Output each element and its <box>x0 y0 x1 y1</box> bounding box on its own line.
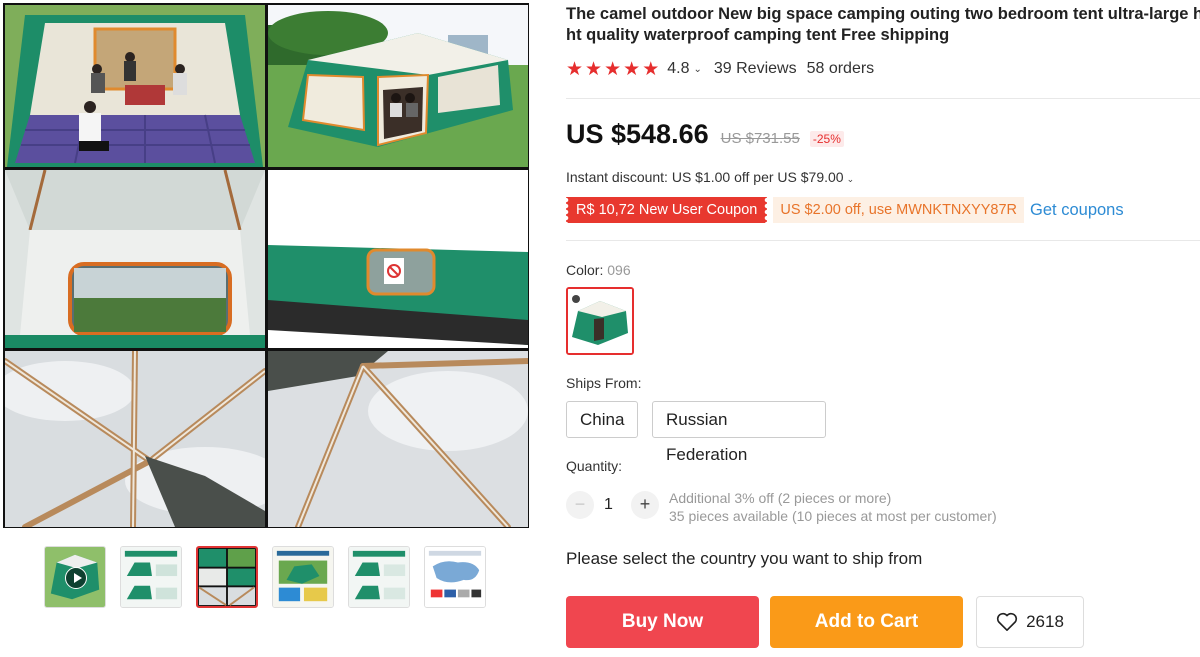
instant-discount-text[interactable]: Instant discount: US $1.00 off per US $7… <box>566 169 844 185</box>
wishlist-button[interactable]: 2618 <box>976 596 1084 648</box>
image-tent-roof-frame <box>5 351 265 527</box>
product-title-line-1: The camel outdoor New big space camping … <box>566 5 1200 23</box>
image-tent-window-view <box>5 170 265 348</box>
quantity-label: Quantity: <box>566 458 623 474</box>
chevron-down-icon[interactable]: ⌄ <box>847 174 855 184</box>
star-icon: ★ <box>623 58 641 80</box>
wishlist-count: 2618 <box>1026 612 1064 631</box>
image-tent-exterior <box>268 5 528 167</box>
original-price: US $731.55 <box>720 130 800 147</box>
orders-count: 58 orders <box>806 60 875 77</box>
rating-row: ★ ★ ★ ★ ★ 4.8 ⌄ 39 Reviews 58 orders <box>566 59 874 79</box>
reviews-link[interactable]: 39 Reviews <box>714 60 797 78</box>
ship-from-russia[interactable]: Russian Federation <box>652 401 826 464</box>
color-label: Color: 096 <box>566 262 631 278</box>
thumbnail-3-selected[interactable] <box>196 546 258 608</box>
thumbnail-4[interactable] <box>272 546 334 608</box>
price-row: US $548.66 US $731.55 -25% <box>566 119 844 150</box>
quantity-info: Additional 3% off (2 pieces or more) 35 … <box>669 489 997 525</box>
stock-availability: 35 pieces available (10 pieces at most p… <box>669 508 997 524</box>
product-title: The camel outdoor New big space camping … <box>566 4 1200 46</box>
thumbnail-6[interactable] <box>424 546 486 608</box>
thumbnail-video[interactable] <box>44 546 106 608</box>
rating-stars: ★ ★ ★ ★ ★ <box>566 60 659 79</box>
quantity-increase-button[interactable]: + <box>631 491 659 519</box>
store-coupon-code[interactable]: US $2.00 off, use MWNKTNXYY87R <box>773 197 1025 223</box>
ship-country-notice: Please select the country you want to sh… <box>566 549 923 568</box>
product-title-line-2: ht quality waterproof camping tent Free … <box>566 26 950 44</box>
instant-discount[interactable]: Instant discount: US $1.00 off per US $7… <box>566 169 866 185</box>
bulk-discount-note: Additional 3% off (2 pieces or more) <box>669 490 892 506</box>
divider <box>566 240 1200 241</box>
get-coupons-link[interactable]: Get coupons <box>1030 201 1124 220</box>
play-icon[interactable] <box>65 567 87 589</box>
add-to-cart-button[interactable]: Add to Cart <box>770 596 963 648</box>
thumbnail-2[interactable] <box>120 546 182 608</box>
main-product-image[interactable] <box>3 3 529 528</box>
thumbnail-strip <box>44 546 494 610</box>
divider <box>566 98 1200 99</box>
color-selected-value: 096 <box>607 262 631 278</box>
new-user-coupon[interactable]: R$ 10,72 New User Coupon <box>566 197 768 223</box>
buy-now-button[interactable]: Buy Now <box>566 596 759 648</box>
chevron-down-icon[interactable]: ⌄ <box>693 64 701 75</box>
current-price: US $548.66 <box>566 119 709 149</box>
ship-from-china[interactable]: China <box>566 401 638 438</box>
star-icon: ★ <box>642 58 660 80</box>
star-icon: ★ <box>604 58 622 80</box>
thumbnail-5[interactable] <box>348 546 410 608</box>
heart-icon[interactable] <box>996 612 1018 632</box>
ships-from-label: Ships From: <box>566 375 642 391</box>
rating-value[interactable]: 4.8 <box>667 60 689 78</box>
image-tent-roof-poles <box>268 351 528 527</box>
color-option-096[interactable] <box>566 287 634 355</box>
color-label-text: Color: <box>566 262 604 278</box>
star-icon: ★ <box>585 58 603 80</box>
star-icon: ★ <box>566 58 584 80</box>
quantity-value[interactable]: 1 <box>604 496 613 514</box>
image-tent-wall-detail <box>268 170 528 348</box>
coupon-row: R$ 10,72 New User Coupon US $2.00 off, u… <box>566 197 1124 223</box>
image-tent-interior-people <box>5 5 265 167</box>
discount-badge: -25% <box>809 131 844 147</box>
quantity-decrease-button[interactable]: − <box>566 491 594 519</box>
